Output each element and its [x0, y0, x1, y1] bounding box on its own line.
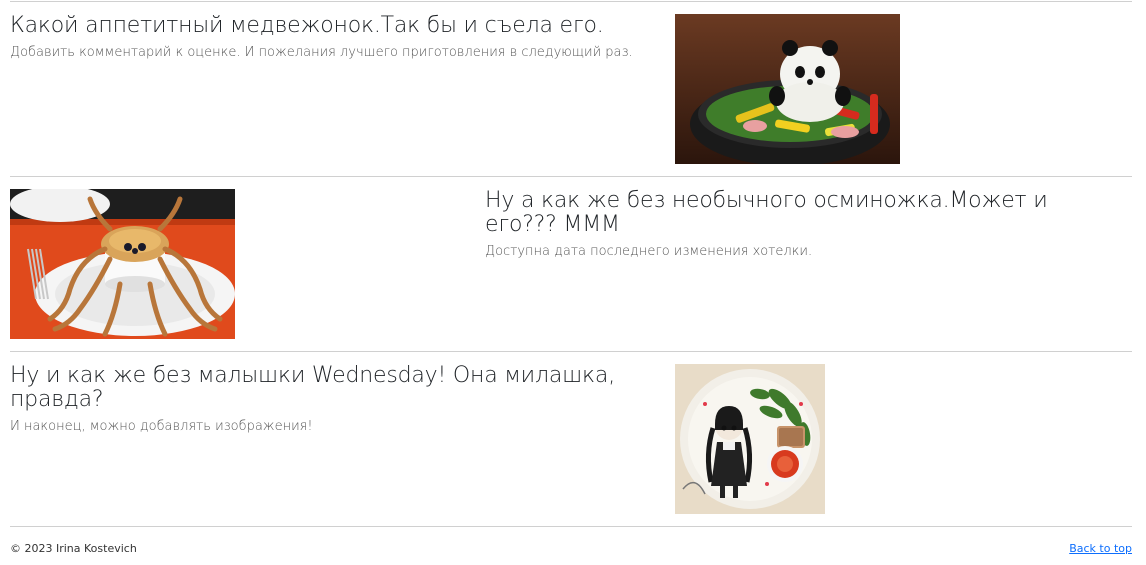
divider — [10, 1, 1132, 2]
feature-description: Доступна дата последнего изменения хотел… — [485, 244, 813, 259]
feature-octopus: Ну а как же без необычного осминожка.Мож… — [10, 189, 1132, 339]
feature-wednesday: Ну и как же без малышки Wednesday! Она м… — [10, 364, 1132, 514]
feature-text: Какой аппетитный медвежонок.Так бы и съе… — [10, 14, 650, 61]
octopus-pie-image — [10, 189, 235, 339]
feature-text: Ну а как же без необычного осминожка.Мож… — [485, 189, 1125, 260]
footer: © 2023 Irina Kostevich Back to top — [10, 526, 1132, 565]
feature-heading: Ну а как же без необычного осминожка.Мож… — [485, 188, 1048, 237]
feature-panda: Какой аппетитный медвежонок.Так бы и съе… — [10, 14, 1132, 164]
feature-description: Добавить комментарий к оценке. И пожелан… — [10, 45, 633, 60]
feature-description: И наконец, можно добавлять изображения! — [10, 419, 313, 434]
copyright-text: © 2023 Irina Kostevich — [10, 542, 137, 555]
feature-text: Ну и как же без малышки Wednesday! Она м… — [10, 364, 650, 435]
panda-dish-image — [675, 14, 900, 164]
divider — [10, 351, 1132, 352]
feature-heading: Ну и как же без малышки Wednesday! Она м… — [10, 363, 615, 412]
divider — [10, 176, 1132, 177]
back-to-top-link[interactable]: Back to top — [1069, 542, 1132, 556]
wednesday-food-image — [675, 364, 825, 514]
feature-heading: Какой аппетитный медвежонок.Так бы и съе… — [10, 13, 604, 38]
